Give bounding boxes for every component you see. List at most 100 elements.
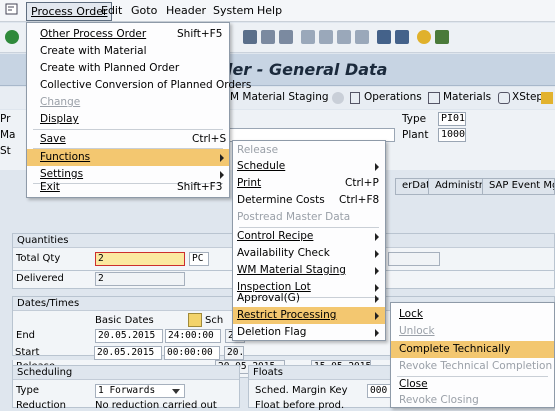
menu-edit[interactable]: Edit	[101, 4, 122, 17]
menu-item-unlock: Unlock	[391, 323, 554, 340]
start-date-field[interactable]: 20.05.2015	[94, 346, 162, 360]
restrict-processing-submenu: Lock Unlock Complete Technically Revoke …	[390, 302, 555, 408]
menu-item-close[interactable]: Close	[391, 376, 554, 393]
header-label-ma: Ma	[0, 129, 16, 141]
menu-item-label: Postread Master Data	[237, 211, 351, 223]
plant-field[interactable]: 1000	[438, 128, 466, 142]
menu-item-complete-technically[interactable]: Complete Technically	[391, 341, 554, 358]
help-icon[interactable]	[417, 30, 431, 44]
menu-process-order-label: Process Order	[31, 5, 108, 18]
start-time-field[interactable]: 00:00:00	[164, 346, 220, 360]
reduction-value: No reduction carried out	[95, 400, 217, 411]
menu-item-functions[interactable]: Functions	[27, 149, 229, 166]
submenu-arrow-icon	[375, 267, 379, 275]
menu-item-exit[interactable]: Exit Shift+F3	[27, 179, 229, 196]
menu-item-label: Change	[40, 96, 81, 108]
start-sched-field: 20.	[224, 346, 244, 360]
menu-item-label: Determine Costs	[237, 194, 325, 206]
total-qty-field[interactable]: 2	[95, 252, 185, 266]
menu-item-availability-check[interactable]: Availability Check	[233, 245, 385, 262]
scrap-field	[388, 252, 440, 266]
menu-goto[interactable]: Goto	[131, 4, 157, 17]
menu-item-determine-costs[interactable]: Determine Costs Ctrl+F8	[233, 192, 385, 209]
menu-item-postread-master-data: Postread Master Data	[233, 209, 385, 226]
print-icon[interactable]	[243, 30, 257, 44]
scheduled-dates-header: Sch	[205, 315, 224, 326]
materials-button[interactable]: Materials	[443, 91, 491, 103]
scheduling-type-dropdown[interactable]: 1 Forwards	[95, 384, 185, 398]
menu-icon[interactable]	[5, 3, 19, 19]
next-page-icon[interactable]	[337, 30, 351, 44]
menu-item-create-with-material[interactable]: Create with Material	[27, 43, 229, 60]
menu-item-shortcut: Ctrl+P	[345, 177, 379, 189]
new-session-icon[interactable]	[377, 30, 391, 44]
menu-item-label: Complete Technically	[399, 343, 511, 355]
menu-item-schedule[interactable]: Schedule	[233, 158, 385, 175]
unit-field[interactable]: PC	[189, 252, 209, 266]
operations-button[interactable]: Operations	[364, 91, 422, 103]
menu-item-shortcut: Shift+F3	[177, 181, 223, 193]
menu-item-display[interactable]: Display	[27, 111, 229, 128]
submenu-arrow-icon	[220, 171, 224, 179]
find-next-icon[interactable]	[279, 30, 293, 44]
menu-item-revoke-technical-completion: Revoke Technical Completion	[391, 358, 554, 375]
menu-item-label: Print	[237, 177, 262, 189]
enter-icon[interactable]	[5, 30, 19, 44]
menu-item-label: Approval(G)	[237, 292, 300, 304]
menu-item-release: Release	[233, 142, 385, 159]
submenu-arrow-icon	[375, 233, 379, 241]
menu-item-label: Close	[399, 378, 428, 390]
menu-item-label: Restrict Processing	[237, 309, 337, 321]
chevron-down-icon	[172, 389, 180, 394]
menu-item-label: Availability Check	[237, 247, 330, 259]
end-time-field[interactable]: 24:00:00	[165, 329, 221, 343]
menu-process-order[interactable]: Process Order	[26, 2, 113, 21]
menu-item-print[interactable]: Print Ctrl+P	[233, 175, 385, 192]
reduction-label: Reduction	[16, 400, 66, 411]
scheduling-type-value: 1 Forwards	[98, 385, 156, 396]
menu-item-other-process-order[interactable]: Other Process Order Shift+F5	[27, 26, 229, 43]
menu-system[interactable]: System	[213, 4, 254, 17]
menu-item-label: Control Recipe	[237, 230, 314, 242]
end-date-field[interactable]: 20.05.2015	[95, 329, 163, 343]
menu-help[interactable]: Help	[257, 4, 282, 17]
material-staging-button[interactable]: M Material Staging	[230, 91, 329, 103]
menu-item-shortcut: Ctrl+S	[192, 133, 227, 145]
staging-icon	[332, 92, 344, 104]
find-icon[interactable]	[261, 30, 275, 44]
menu-separator	[33, 129, 223, 130]
menu-item-collective-conversion[interactable]: Collective Conversion of Planned Orders	[27, 77, 251, 94]
materials-icon	[428, 92, 440, 104]
menu-item-label: WM Material Staging	[237, 264, 346, 276]
layout-icon[interactable]	[435, 30, 449, 44]
menu-item-label: Display	[40, 113, 79, 125]
menu-item-shortcut: Shift+F5	[177, 28, 223, 40]
edit-pencil-icon[interactable]	[188, 313, 202, 327]
menu-item-label: Create with Material	[40, 45, 147, 57]
menu-item-restrict-processing[interactable]: Restrict Processing	[233, 307, 385, 324]
shortcut-icon[interactable]	[395, 30, 409, 44]
menu-item-lock[interactable]: Lock	[391, 306, 554, 323]
menu-item-deletion-flag[interactable]: Deletion Flag	[233, 324, 385, 341]
hierarchy-icon[interactable]	[541, 92, 553, 104]
margin-key-label: Sched. Margin Key	[255, 385, 348, 396]
last-page-icon[interactable]	[355, 30, 369, 44]
menu-item-create-with-planned-order[interactable]: Create with Planned Order	[27, 60, 229, 77]
menu-item-shortcut: Ctrl+F8	[339, 194, 380, 206]
tab-sap-event-mgmt[interactable]: SAP Event Mgm	[482, 178, 555, 195]
menu-item-control-recipe[interactable]: Control Recipe	[233, 228, 385, 245]
menu-item-label: Create with Planned Order	[40, 62, 180, 74]
menu-bar: Process Order Edit Goto Header System He…	[0, 0, 555, 22]
menu-item-save[interactable]: Save Ctrl+S	[27, 131, 229, 148]
total-qty-label: Total Qty	[16, 253, 61, 264]
type-field[interactable]: PI01	[438, 112, 466, 126]
submenu-arrow-icon	[375, 163, 379, 171]
menu-item-label: Functions	[40, 151, 91, 163]
previous-page-icon[interactable]	[319, 30, 333, 44]
scheduling-group: Scheduling Type 1 Forwards Reduction No …	[12, 365, 240, 411]
menu-item-label: Release	[237, 144, 279, 156]
menu-item-approval[interactable]: Approval(G)	[233, 290, 385, 307]
menu-header[interactable]: Header	[166, 4, 206, 17]
first-page-icon[interactable]	[301, 30, 315, 44]
menu-item-wm-material-staging[interactable]: WM Material Staging	[233, 262, 385, 279]
